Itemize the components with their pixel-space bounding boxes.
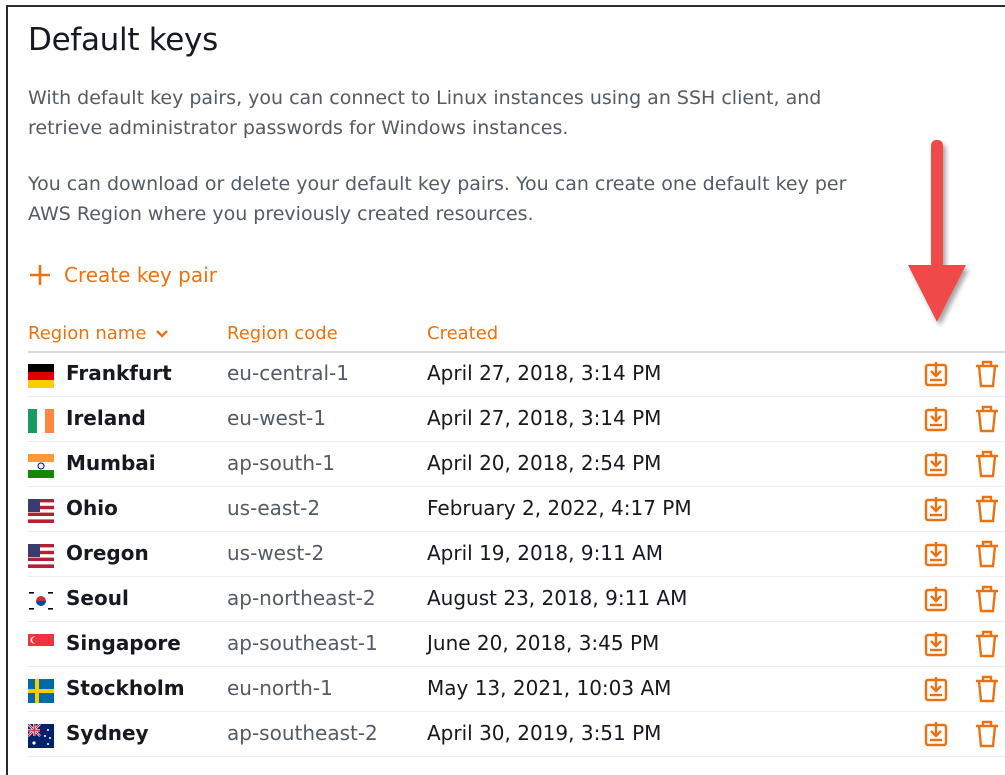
region-code: eu-west-1: [227, 406, 327, 430]
create-key-pair-button[interactable]: Create key pair: [28, 263, 217, 287]
download-key-icon[interactable]: [924, 541, 948, 567]
created-date: April 19, 2018, 9:11 AM: [427, 541, 664, 565]
ireland-flag-icon: [28, 409, 54, 433]
delete-key-icon[interactable]: [974, 405, 1000, 433]
region-name: Sydney: [66, 721, 149, 745]
page-title: Default keys: [28, 22, 218, 58]
download-key-icon[interactable]: [924, 496, 948, 522]
table-row: Seoul ap-northeast-2 August 23, 2018, 9:11…: [28, 577, 1005, 622]
annotation-arrow-icon: [908, 140, 966, 322]
download-key-icon[interactable]: [924, 586, 948, 612]
region-name: Stockholm: [66, 676, 185, 700]
table-header: Region name Region code Created: [28, 323, 1005, 351]
region-code: ap-southeast-2: [227, 721, 378, 745]
row-divider: [28, 756, 1005, 757]
created-date: May 13, 2021, 10:03 AM: [427, 676, 672, 700]
region-code: eu-north-1: [227, 676, 333, 700]
table-row: Ireland eu-west-1 April 27, 2018, 3:14 PM: [28, 397, 1005, 442]
created-date: February 2, 2022, 4:17 PM: [427, 496, 692, 520]
south-korea-flag-icon: [28, 589, 54, 613]
usa-flag-icon: [28, 544, 54, 568]
table-row: Frankfurt eu-central-1 April 27, 2018, 3:1…: [28, 352, 1005, 397]
created-date: June 20, 2018, 3:45 PM: [427, 631, 660, 655]
chevron-down-icon: [156, 330, 168, 338]
delete-key-icon[interactable]: [974, 495, 1000, 523]
created-date: April 20, 2018, 2:54 PM: [427, 451, 662, 475]
table-row: Stockholm eu-north-1 May 13, 2021, 10:03 A…: [28, 667, 1005, 712]
description-paragraph-2: You can download or delete your default …: [28, 173, 847, 225]
delete-key-icon[interactable]: [974, 360, 1000, 388]
delete-key-icon[interactable]: [974, 585, 1000, 613]
created-column-header[interactable]: Created: [427, 323, 498, 344]
sweden-flag-icon: [28, 679, 54, 703]
table-row: Mumbai ap-south-1 April 20, 2018, 2:54 PM: [28, 442, 1005, 487]
region-code-column-header[interactable]: Region code: [227, 323, 338, 344]
region-code: ap-southeast-1: [227, 631, 378, 655]
table-row: Ohio us-east-2 February 2, 2022, 4:17 PM: [28, 487, 1005, 532]
region-name: Ireland: [66, 406, 146, 430]
germany-flag-icon: [28, 364, 54, 388]
region-name: Ohio: [66, 496, 118, 520]
created-date: April 27, 2018, 3:14 PM: [427, 361, 662, 385]
delete-key-icon[interactable]: [974, 720, 1000, 748]
table-row: Sydney ap-southeast-2 April 30, 2019, 3:51…: [28, 712, 1005, 757]
download-key-icon[interactable]: [924, 676, 948, 702]
region-name: Mumbai: [66, 451, 156, 475]
region-name: Seoul: [66, 586, 129, 610]
usa-flag-icon: [28, 499, 54, 523]
table-row: Oregon us-west-2 April 19, 2018, 9:11 AM: [28, 532, 1005, 577]
delete-key-icon[interactable]: [974, 540, 1000, 568]
region-name: Frankfurt: [66, 361, 172, 385]
singapore-flag-icon: [28, 634, 54, 658]
region-code: ap-northeast-2: [227, 586, 376, 610]
download-key-icon[interactable]: [924, 406, 948, 432]
region-code: eu-central-1: [227, 361, 349, 385]
australia-flag-icon: [28, 724, 54, 748]
plus-icon: [30, 265, 50, 285]
region-name-header-label: Region name: [28, 323, 147, 344]
download-key-icon[interactable]: [924, 631, 948, 657]
delete-key-icon[interactable]: [974, 675, 1000, 703]
region-code: ap-south-1: [227, 451, 335, 475]
download-key-icon[interactable]: [924, 721, 948, 747]
region-name: Oregon: [66, 541, 149, 565]
region-code: us-west-2: [227, 541, 325, 565]
created-date: April 30, 2019, 3:51 PM: [427, 721, 662, 745]
description-paragraph-1: With default key pairs, you can connect …: [28, 87, 822, 139]
delete-key-icon[interactable]: [974, 630, 1000, 658]
created-date: April 27, 2018, 3:14 PM: [427, 406, 662, 430]
region-name: Singapore: [66, 631, 181, 655]
create-key-pair-label: Create key pair: [64, 263, 217, 287]
region-code: us-east-2: [227, 496, 321, 520]
india-flag-icon: [28, 454, 54, 478]
download-key-icon[interactable]: [924, 361, 948, 387]
table-row: Singapore ap-southeast-1 June 20, 2018, 3:…: [28, 622, 1005, 667]
region-name-column-header[interactable]: Region name: [28, 323, 169, 344]
download-key-icon[interactable]: [924, 451, 948, 477]
created-date: August 23, 2018, 9:11 AM: [427, 586, 688, 610]
delete-key-icon[interactable]: [974, 450, 1000, 478]
